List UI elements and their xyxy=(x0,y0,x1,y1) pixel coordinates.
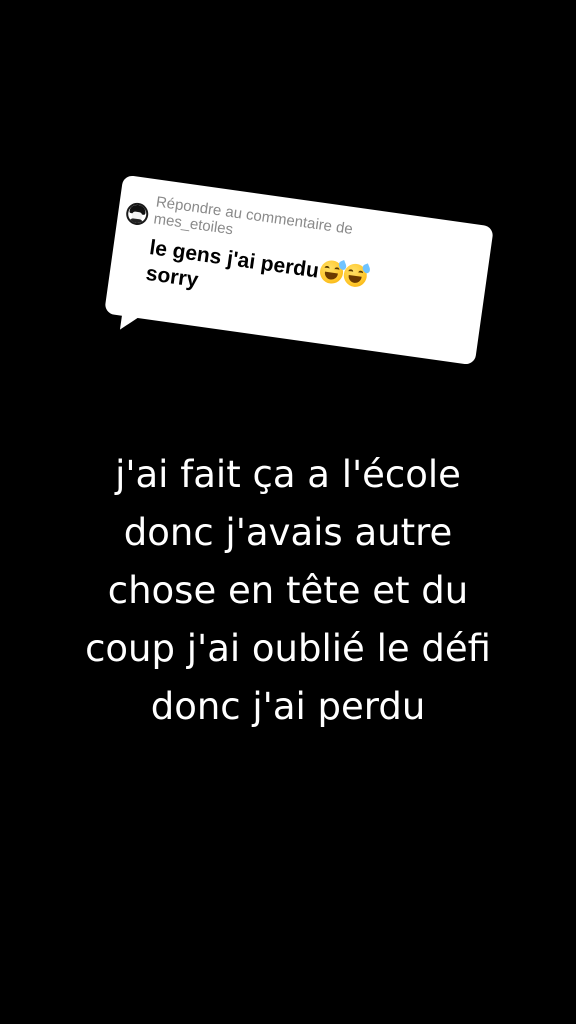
video-screen: Répondre au commentaire de mes_etoiles l… xyxy=(0,0,576,1024)
avatar xyxy=(124,201,150,227)
sweat-smile-emoji-icon xyxy=(318,259,348,285)
caption-line: coup j'ai oublié le défi xyxy=(85,627,491,670)
video-caption: j'ai fait ça a l'école donc j'avais autr… xyxy=(0,446,576,736)
caption-line: donc j'avais autre xyxy=(123,511,453,554)
caption-line: j'ai fait ça a l'école xyxy=(115,453,461,496)
caption-line: donc j'ai perdu xyxy=(150,685,426,728)
reply-comment-line2: sorry xyxy=(144,261,200,292)
caption-line: chose en tête et du xyxy=(107,569,469,612)
emoji-group xyxy=(317,259,371,293)
comment-reply-sticker[interactable]: Répondre au commentaire de mes_etoiles l… xyxy=(104,174,494,366)
sticker-tail xyxy=(119,313,141,333)
